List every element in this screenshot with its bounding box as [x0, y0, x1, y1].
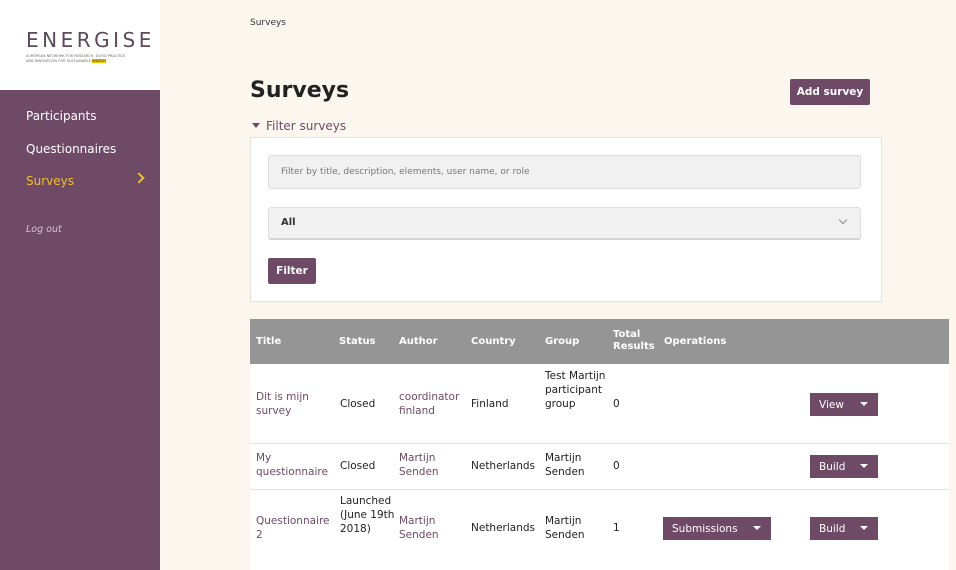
survey-author-link[interactable]: coordinator finland: [399, 390, 463, 418]
filter-toggle-label: Filter surveys: [266, 119, 347, 133]
build-dropdown-button[interactable]: Build: [810, 455, 878, 478]
filter-surveys-toggle[interactable]: Filter surveys: [252, 119, 346, 133]
survey-author-link[interactable]: Martijn Senden: [399, 451, 449, 479]
row-divider: [250, 443, 949, 444]
caret-down-icon: [860, 402, 868, 406]
add-survey-button[interactable]: Add survey: [790, 79, 870, 105]
view-dropdown-button[interactable]: View: [810, 393, 878, 416]
column-header-status[interactable]: Status: [339, 336, 376, 348]
survey-status: Launched (June 19th 2018): [340, 495, 395, 535]
page-title: Surveys: [250, 78, 350, 103]
column-header-total-results[interactable]: Total Results: [613, 329, 663, 353]
survey-total-results: 0: [613, 398, 620, 410]
survey-total-results: 1: [613, 522, 620, 534]
survey-title-link[interactable]: Questionnaire 2: [256, 514, 336, 542]
survey-country: Finland: [471, 398, 509, 410]
caret-down-icon: [860, 464, 868, 468]
sidebar-item-questionnaires[interactable]: Questionnaires: [26, 142, 116, 156]
sidebar-item-participants[interactable]: Participants: [26, 109, 97, 123]
column-header-operations: Operations: [664, 336, 727, 347]
survey-status: Closed: [340, 398, 376, 410]
column-header-author[interactable]: Author: [399, 336, 438, 348]
column-header-country[interactable]: Country: [471, 336, 516, 348]
build-button-label: Build: [819, 460, 846, 473]
logout-link[interactable]: Log out: [26, 224, 62, 235]
row-divider: [250, 489, 949, 490]
survey-country: Netherlands: [471, 460, 536, 472]
survey-title-link[interactable]: My questionnaire: [256, 451, 336, 479]
table-header: Title Status Author Country Group Total …: [250, 319, 949, 364]
sidebar: [0, 90, 160, 570]
survey-group: Martijn Senden: [545, 452, 585, 478]
submissions-dropdown-button[interactable]: Submissions: [663, 517, 771, 540]
survey-author-link[interactable]: Martijn Senden: [399, 514, 449, 542]
logo-tagline: EUROPEAN NETWORK FOR RESEARCH, GOOD PRAC…: [26, 54, 141, 63]
caret-down-icon: [252, 123, 260, 128]
submissions-button-label: Submissions: [672, 522, 738, 535]
energise-logo[interactable]: ENERGISE EUROPEAN NETWORK FOR RESEARCH, …: [26, 28, 155, 63]
status-select-value: All: [281, 217, 296, 228]
filter-button[interactable]: Filter: [268, 258, 316, 284]
survey-total-results: 0: [613, 460, 620, 472]
survey-country: Netherlands: [471, 522, 536, 534]
sidebar-item-surveys[interactable]: Surveys: [26, 174, 74, 188]
caret-down-icon: [860, 526, 868, 530]
chevron-down-icon: [838, 215, 848, 225]
column-header-group[interactable]: Group: [545, 336, 579, 348]
breadcrumb[interactable]: Surveys: [250, 18, 286, 28]
survey-group: Test Martijn participant group: [545, 370, 606, 410]
logo-wordmark: ENERGISE: [26, 28, 155, 52]
survey-title-link[interactable]: Dit is mijn survey: [256, 390, 331, 418]
caret-down-icon: [753, 526, 761, 530]
build-dropdown-button[interactable]: Build: [810, 517, 878, 540]
search-input[interactable]: [268, 155, 861, 189]
survey-group: Martijn Senden: [545, 515, 585, 541]
logo-tagline-highlight: ENERGY: [92, 58, 107, 63]
status-select[interactable]: All: [268, 207, 861, 240]
view-button-label: View: [819, 398, 844, 411]
column-header-title[interactable]: Title: [256, 336, 281, 348]
logo-area: ENERGISE EUROPEAN NETWORK FOR RESEARCH, …: [0, 0, 160, 90]
build-button-label: Build: [819, 522, 846, 535]
logo-tagline-line-2: AND INNOVATION FOR SUSTAINABLE: [26, 58, 91, 63]
survey-status: Closed: [340, 460, 376, 472]
